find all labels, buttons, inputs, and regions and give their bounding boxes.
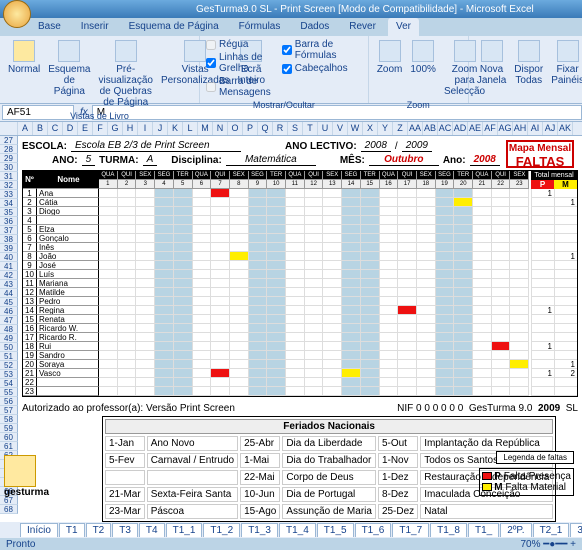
val-escola: Escola EB 2/3 de Print Screen: [71, 140, 241, 152]
sheet-tab[interactable]: T2: [86, 523, 112, 537]
sheet-tab[interactable]: T1_: [468, 523, 499, 537]
tab-dados[interactable]: Dados: [292, 18, 337, 36]
sheet-tab[interactable]: Início: [20, 523, 58, 537]
chk-gridlines[interactable]: Linhas de Grelha: [204, 51, 280, 75]
column-headers[interactable]: ABCDEFGHIJKLMNOPQRSTUVWXYZAAABACADAEAFAG…: [0, 122, 582, 136]
status-bar: Pronto 70% ━●━━ +: [0, 538, 582, 550]
sheet-tab[interactable]: T1_5: [317, 523, 354, 537]
worksheet[interactable]: 2728293031323334353637383940414243444546…: [0, 136, 582, 526]
sheet-tab[interactable]: T1_4: [279, 523, 316, 537]
sheet-tabs[interactable]: InícioT1T2T3T4T1_1T1_2T1_3T1_4T1_5T1_6T1…: [0, 522, 582, 538]
sheet-tab[interactable]: 2ºP.: [500, 523, 531, 537]
new-window[interactable]: Nova Janela: [473, 38, 510, 88]
gesturma-logo: gesturma: [4, 455, 49, 498]
zoom-button[interactable]: Zoom: [373, 38, 407, 99]
faltas-title-box: Mapa Mensal FALTAS: [506, 140, 574, 168]
title-bar: GesTurma9.0 SL - Print Screen [Modo de C…: [0, 0, 582, 18]
sheet-tab[interactable]: T1: [59, 523, 85, 537]
freeze-panes[interactable]: Fixar Painéis: [547, 38, 582, 88]
legend-title: Legenda de faltas: [496, 451, 574, 464]
chk-ruler[interactable]: Régua: [204, 38, 280, 51]
app-title: GesTurma9.0 SL - Print Screen [Modo de C…: [196, 4, 534, 15]
sheet-tab[interactable]: T3: [112, 523, 138, 537]
sheet-tab[interactable]: T4: [139, 523, 165, 537]
ribbon: Normal Esquema de Página Pré-visualizaçã…: [0, 36, 582, 104]
attendance-grid[interactable]: Nº1234567891011121314151617181920212223N…: [22, 170, 578, 397]
view-page-layout[interactable]: Esquema de Página: [44, 38, 94, 110]
label-escola: ESCOLA:: [22, 141, 67, 152]
sheet-tab[interactable]: T1_3: [241, 523, 278, 537]
chk-formula-bar[interactable]: Barra de Fórmulas: [280, 38, 364, 62]
office-button[interactable]: [3, 0, 31, 28]
view-page-break[interactable]: Pré-visualização de Quebras de Página: [94, 38, 156, 110]
chk-headings[interactable]: Cabeçalhos: [280, 62, 364, 75]
sheet-tab[interactable]: 3ºP.: [570, 523, 582, 537]
sheet-tab[interactable]: T1_2: [203, 523, 240, 537]
sheet-tab[interactable]: T1_8: [430, 523, 467, 537]
tab-base[interactable]: Base: [30, 18, 69, 36]
zoom-100[interactable]: 100%: [406, 38, 440, 99]
sheet-tab[interactable]: T1_7: [392, 523, 429, 537]
view-normal[interactable]: Normal: [4, 38, 44, 110]
legend-box: P Falta Presença M Falta Material: [479, 468, 575, 496]
tab-fórmulas[interactable]: Fórmulas: [231, 18, 289, 36]
tab-ver[interactable]: Ver: [388, 18, 419, 36]
ribbon-tabs: BaseInserirEsquema de PáginaFórmulasDado…: [0, 18, 582, 36]
sheet-tab[interactable]: T1_1: [166, 523, 203, 537]
arrange-all[interactable]: Dispor Todas: [510, 38, 547, 88]
sheet-tab[interactable]: T2_1: [533, 523, 570, 537]
chk-msgbar[interactable]: Barra de Mensagens: [204, 75, 280, 99]
tab-inserir[interactable]: Inserir: [73, 18, 117, 36]
footer-auth: Autorizado ao professor(a): Versão Print…: [22, 403, 235, 414]
tab-esquema de página[interactable]: Esquema de Página: [121, 18, 227, 36]
sheet-tab[interactable]: T1_6: [355, 523, 392, 537]
tab-rever[interactable]: Rever: [341, 18, 384, 36]
